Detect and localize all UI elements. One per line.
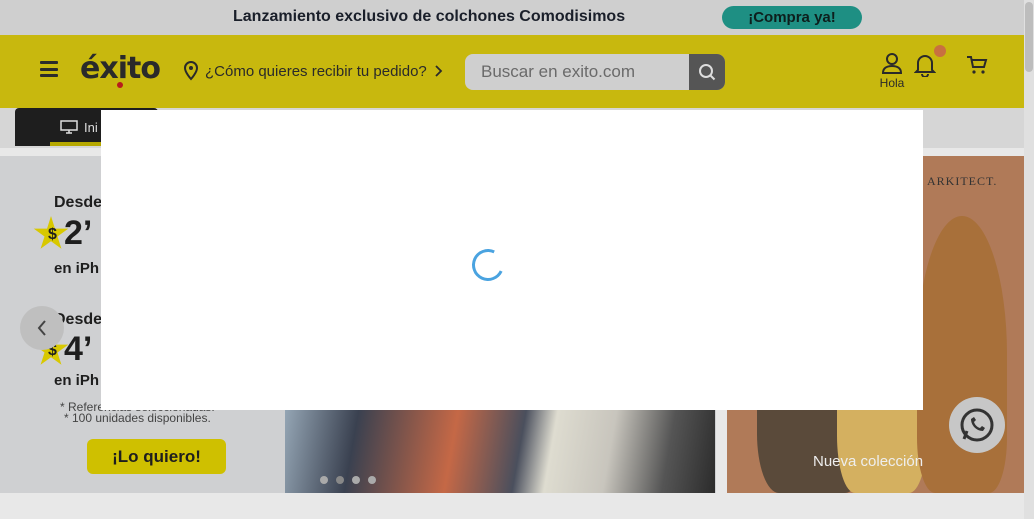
chevron-left-icon (37, 320, 46, 336)
notification-badge (934, 45, 946, 57)
search-button[interactable] (689, 54, 725, 90)
logo-dot (117, 82, 123, 88)
hero-price2: 4’ (64, 330, 93, 368)
hero-note-2: * 100 unidades disponibles. (64, 411, 211, 425)
whatsapp-icon (960, 408, 994, 442)
hero-price1: 2’ (64, 214, 93, 252)
location-pin-icon (183, 61, 199, 81)
hero-price1-symbol: $ (48, 226, 57, 243)
promo-bar: Lanzamiento exclusivo de colchones Comod… (0, 0, 1034, 35)
carousel-dot[interactable] (368, 476, 376, 484)
whatsapp-button[interactable] (949, 397, 1005, 453)
carousel-dot[interactable] (320, 476, 328, 484)
cart-button[interactable] (966, 55, 988, 80)
chevron-right-icon (435, 65, 443, 77)
delivery-selector[interactable]: ¿Cómo quieres recibir tu pedido? (183, 61, 443, 81)
carousel-dots (320, 476, 376, 484)
loading-modal (101, 110, 923, 410)
hero-line1b: en iPh (54, 260, 100, 277)
carousel-prev-button[interactable] (20, 306, 64, 350)
user-label: Hola (879, 76, 905, 90)
monitor-icon (60, 120, 78, 134)
cart-icon (967, 56, 988, 74)
hero-line2b: en iPh (54, 372, 100, 389)
user-account[interactable]: Hola (876, 52, 908, 90)
search-input[interactable] (465, 54, 689, 90)
scrollbar-thumb[interactable] (1025, 2, 1033, 72)
page-scrollbar[interactable] (1024, 0, 1034, 519)
search-bar (465, 54, 725, 90)
hero-line1: Desde (54, 194, 103, 211)
user-icon (881, 53, 903, 74)
bell-icon (913, 55, 937, 78)
promo-buy-button[interactable]: ¡Compra ya! (722, 6, 862, 29)
menu-icon[interactable] (40, 61, 58, 77)
delivery-prompt: ¿Cómo quieres recibir tu pedido? (205, 62, 427, 80)
brand-label: ARKITECT. (927, 174, 998, 188)
site-header: éxito ¿Cómo quieres recibir tu pedido? H… (0, 35, 1034, 108)
collection-label: Nueva colección (813, 453, 924, 470)
logo[interactable]: éxito (80, 51, 161, 86)
hero-cta-button[interactable]: ¡Lo quiero! (87, 439, 226, 474)
model-figure (917, 216, 1007, 493)
carousel-dot[interactable] (336, 476, 344, 484)
search-icon (699, 64, 716, 81)
notifications-button[interactable] (913, 53, 937, 82)
promo-text: Lanzamiento exclusivo de colchones Comod… (233, 8, 626, 25)
carousel-dot[interactable] (352, 476, 360, 484)
nav-tab-first-label: Ini (84, 119, 98, 135)
